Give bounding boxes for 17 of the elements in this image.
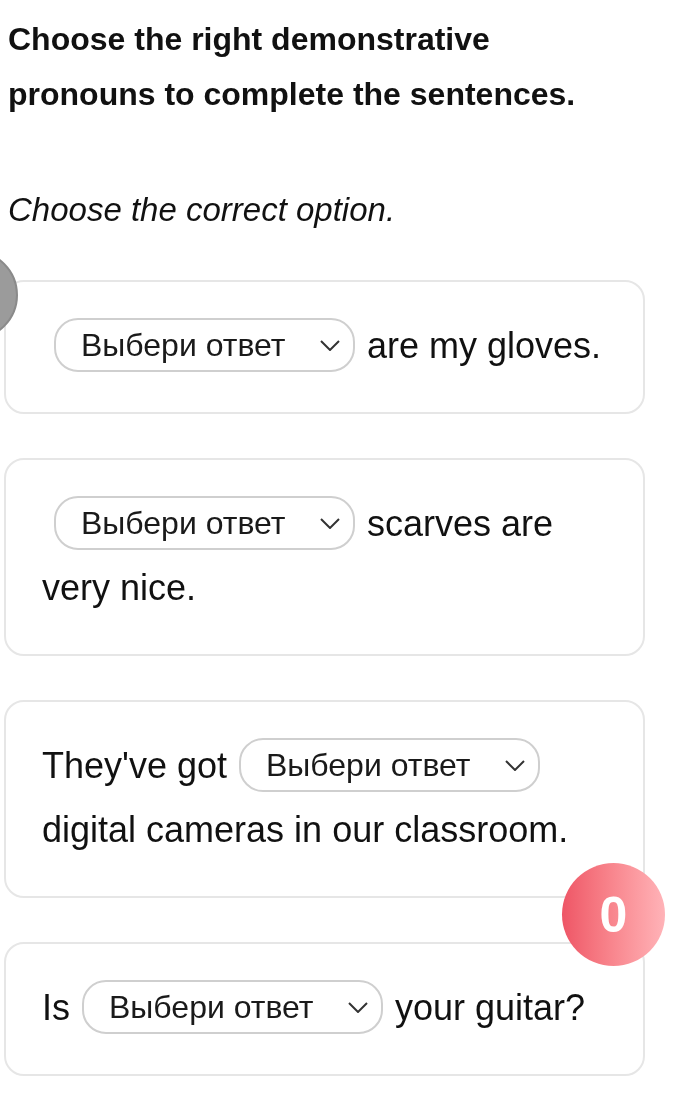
task-heading: Choose the right demonstrative pronouns to complete the sentences.	[8, 20, 577, 114]
sentence-text: very nice.	[42, 567, 197, 608]
sentence-text: digital cameras in our classroom.	[42, 809, 569, 850]
sentence-text: They've got	[42, 745, 227, 786]
sentence-text: scarves are	[367, 503, 554, 544]
chevron-down-icon	[320, 340, 340, 351]
answer-dropdown[interactable]: Выбери ответ	[54, 496, 355, 551]
chevron-down-icon	[320, 518, 340, 529]
answer-dropdown[interactable]: Выбери ответ	[82, 980, 383, 1035]
sentence-text: are my gloves.	[367, 325, 602, 366]
answer-dropdown[interactable]: Выбери ответ	[239, 738, 540, 793]
sentence-text: your guitar?	[395, 987, 586, 1028]
answer-dropdown[interactable]: Выбери ответ	[54, 318, 355, 373]
instruction-text: Choose the correct option.	[8, 190, 396, 230]
sentence-text: Is	[42, 987, 70, 1028]
chevron-down-icon	[505, 760, 525, 771]
chevron-down-icon	[348, 1002, 368, 1013]
